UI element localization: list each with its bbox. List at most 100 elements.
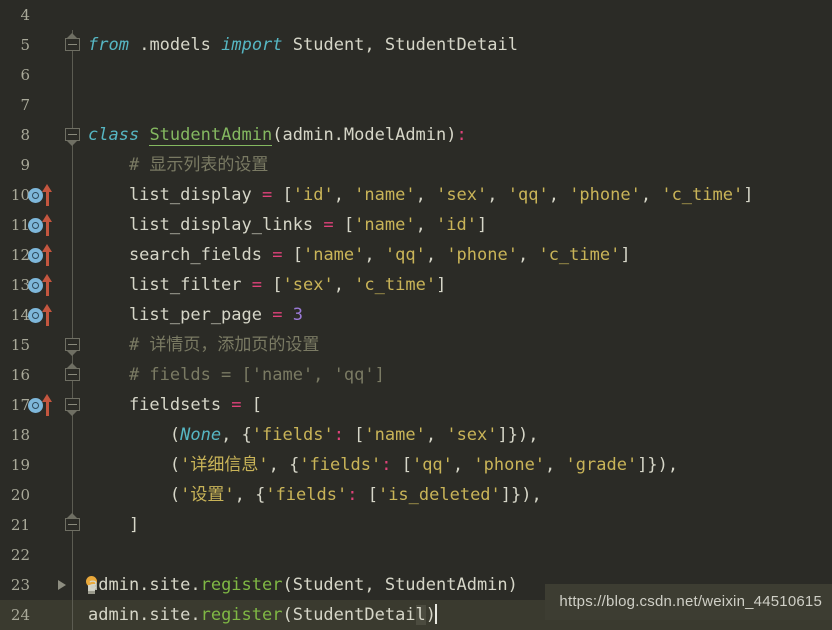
fold-column[interactable] xyxy=(62,420,84,450)
code-line[interactable]: 6 xyxy=(0,60,832,90)
code-text[interactable]: list_filter = ['sex', 'c_time'] xyxy=(88,270,446,300)
gutter[interactable]: 18 xyxy=(0,420,78,450)
gutter[interactable]: 16 xyxy=(0,360,80,390)
code-text[interactable]: list_display_links = ['name', 'id'] xyxy=(88,210,487,240)
fold-column[interactable] xyxy=(62,600,84,630)
code-line[interactable]: 11 list_display_links = ['name', 'id'] xyxy=(0,210,832,240)
gutter[interactable]: 22 xyxy=(0,540,78,570)
code-text[interactable]: list_per_page = 3 xyxy=(88,300,303,330)
code-text[interactable]: # 详情页，添加页的设置 xyxy=(88,330,319,360)
watermark-url: https://blog.csdn.net/weixin_44510615 xyxy=(545,584,832,620)
fold-column[interactable] xyxy=(62,570,84,600)
implements-up-arrow-icon[interactable] xyxy=(42,184,53,206)
code-text[interactable]: admin.site.register(StudentDetail) xyxy=(88,600,438,630)
fold-column[interactable] xyxy=(62,330,84,360)
code-text[interactable]: ] xyxy=(88,510,139,540)
code-text[interactable]: ('详细信息', {'fields': ['qq', 'phone', 'gra… xyxy=(88,450,678,480)
override-marker-icon[interactable] xyxy=(28,308,43,323)
fold-column[interactable] xyxy=(62,240,84,270)
gutter[interactable]: 13 xyxy=(0,270,78,300)
fold-column[interactable] xyxy=(62,300,84,330)
gutter[interactable]: 14 xyxy=(0,300,78,330)
code-line[interactable]: 8 class StudentAdmin(admin.ModelAdmin): xyxy=(0,120,832,150)
implements-up-arrow-icon[interactable] xyxy=(42,394,53,416)
code-line[interactable]: 20 ('设置', {'fields': ['is_deleted']}), xyxy=(0,480,832,510)
override-marker-icon[interactable] xyxy=(28,248,43,263)
gutter[interactable]: 8 xyxy=(0,120,80,150)
fold-collapse-icon[interactable] xyxy=(65,128,80,141)
code-text[interactable]: # fields = ['name', 'qq'] xyxy=(88,360,385,390)
fold-column[interactable] xyxy=(62,60,84,90)
fold-collapse-icon[interactable] xyxy=(65,368,80,381)
code-text[interactable]: from .models import Student, StudentDeta… xyxy=(88,30,518,60)
gutter[interactable]: 10 xyxy=(0,180,78,210)
code-text[interactable]: # 显示列表的设置 xyxy=(88,150,268,180)
gutter[interactable]: 15 xyxy=(0,330,80,360)
override-marker-icon[interactable] xyxy=(28,218,43,233)
implements-up-arrow-icon[interactable] xyxy=(42,244,53,266)
implements-up-arrow-icon[interactable] xyxy=(42,214,53,236)
code-line[interactable]: 16 # fields = ['name', 'qq'] xyxy=(0,360,832,390)
gutter[interactable]: 7 xyxy=(0,90,78,120)
fold-collapse-icon[interactable] xyxy=(65,38,80,51)
fold-column[interactable] xyxy=(62,0,84,30)
code-text[interactable]: class StudentAdmin(admin.ModelAdmin): xyxy=(88,120,467,150)
code-text[interactable]: search_fields = ['name', 'qq', 'phone', … xyxy=(88,240,631,270)
fold-collapse-icon[interactable] xyxy=(65,338,80,351)
gutter[interactable]: 20 xyxy=(0,480,78,510)
code-line[interactable]: 10 list_display = ['id', 'name', 'sex', … xyxy=(0,180,832,210)
code-editor[interactable]: 4 5 from .models import Student, StudentDe… xyxy=(0,0,832,630)
code-line[interactable]: 7 xyxy=(0,90,832,120)
gutter[interactable]: 6 xyxy=(0,60,78,90)
gutter[interactable]: 23 xyxy=(0,570,97,600)
fold-column[interactable] xyxy=(62,30,84,60)
gutter[interactable]: 9 xyxy=(0,150,78,180)
code-text[interactable]: fieldsets = [ xyxy=(88,390,262,420)
override-marker-icon[interactable] xyxy=(28,278,43,293)
override-marker-icon[interactable] xyxy=(28,398,43,413)
code-line[interactable]: 14 list_per_page = 3 xyxy=(0,300,832,330)
code-lines-container[interactable]: 4 5 from .models import Student, StudentDe… xyxy=(0,0,832,630)
override-marker-icon[interactable] xyxy=(28,188,43,203)
code-line[interactable]: 18 (None, {'fields': ['name', 'sex']}), xyxy=(0,420,832,450)
fold-column[interactable] xyxy=(62,540,84,570)
gutter[interactable]: 19 xyxy=(0,450,78,480)
code-text[interactable]: (None, {'fields': ['name', 'sex']}), xyxy=(88,420,539,450)
gutter[interactable]: 24 xyxy=(0,600,78,630)
gutter[interactable]: 12 xyxy=(0,240,78,270)
fold-column[interactable] xyxy=(62,390,84,420)
fold-collapse-icon[interactable] xyxy=(65,518,80,531)
line-number: 18 xyxy=(10,426,30,444)
code-line[interactable]: 9 # 显示列表的设置 xyxy=(0,150,832,180)
code-text[interactable]: admin.site.register(Student, StudentAdmi… xyxy=(88,570,518,600)
code-text[interactable]: list_display = ['id', 'name', 'sex', 'qq… xyxy=(88,180,754,210)
fold-column[interactable] xyxy=(62,120,84,150)
code-line[interactable]: 5 from .models import Student, StudentDet… xyxy=(0,30,832,60)
code-line[interactable]: 13 list_filter = ['sex', 'c_time'] xyxy=(0,270,832,300)
fold-column[interactable] xyxy=(62,90,84,120)
code-line[interactable]: 4 xyxy=(0,0,832,30)
gutter[interactable]: 21 xyxy=(0,510,80,540)
fold-column[interactable] xyxy=(62,480,84,510)
code-line[interactable]: 17 fieldsets = [ xyxy=(0,390,832,420)
code-line[interactable]: 19 ('详细信息', {'fields': ['qq', 'phone', '… xyxy=(0,450,832,480)
gutter[interactable]: 17 xyxy=(0,390,80,420)
fold-column[interactable] xyxy=(62,210,84,240)
fold-column[interactable] xyxy=(62,270,84,300)
code-line[interactable]: 22 xyxy=(0,540,832,570)
fold-column[interactable] xyxy=(62,150,84,180)
gutter[interactable]: 5 xyxy=(0,30,80,60)
code-text[interactable]: ('设置', {'fields': ['is_deleted']}), xyxy=(88,480,542,510)
code-line[interactable]: 21 ] xyxy=(0,510,832,540)
fold-column[interactable] xyxy=(62,510,84,540)
code-line[interactable]: 15 # 详情页，添加页的设置 xyxy=(0,330,832,360)
fold-column[interactable] xyxy=(62,180,84,210)
gutter[interactable]: 11 xyxy=(0,210,78,240)
implements-up-arrow-icon[interactable] xyxy=(42,304,53,326)
gutter[interactable]: 4 xyxy=(0,0,78,30)
code-line[interactable]: 12 search_fields = ['name', 'qq', 'phone… xyxy=(0,240,832,270)
fold-column[interactable] xyxy=(62,450,84,480)
implements-up-arrow-icon[interactable] xyxy=(42,274,53,296)
fold-column[interactable] xyxy=(62,360,84,390)
fold-collapse-icon[interactable] xyxy=(65,398,80,411)
